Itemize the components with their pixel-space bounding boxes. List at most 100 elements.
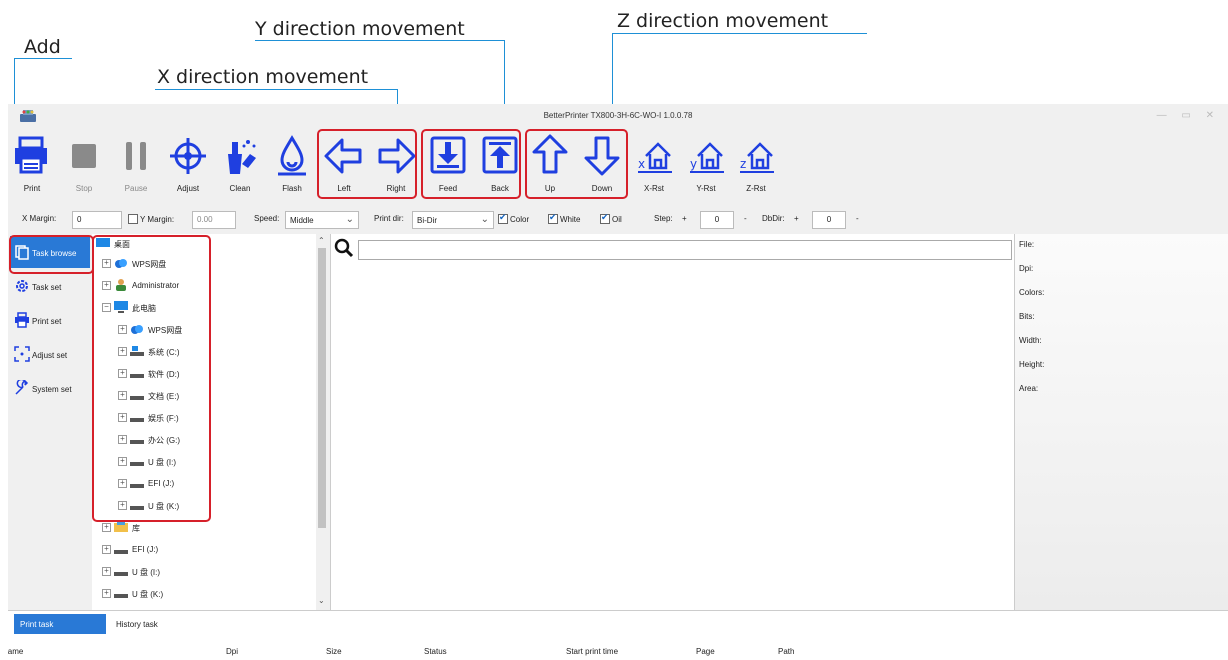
dbdir-minus-button[interactable]: -: [856, 214, 859, 223]
preview-panel: [330, 234, 1014, 610]
info-bits-label: Bits:: [1019, 312, 1035, 321]
info-file-label: File:: [1019, 240, 1035, 249]
search-input[interactable]: [358, 240, 1012, 260]
sidebar: Task browse Task set Print set Adjust se…: [8, 234, 90, 610]
droplet-icon: [278, 135, 306, 176]
sidebar-item-task-set[interactable]: Task set: [10, 270, 90, 302]
print-dir-value: Bi-Dir: [417, 216, 437, 225]
column-header-dpi[interactable]: Dpi: [226, 647, 238, 656]
sidebar-item-adjust-set[interactable]: Adjust set: [10, 338, 90, 370]
annotation-line: [255, 40, 505, 41]
sidebar-item-label: Task set: [32, 283, 62, 292]
step-plus-button[interactable]: +: [682, 214, 687, 223]
white-checkbox[interactable]: [548, 212, 558, 224]
svg-text:y: y: [690, 157, 697, 171]
oil-checkbox-wrap[interactable]: Oil: [600, 212, 622, 224]
step-label: Step:: [654, 214, 673, 223]
annotation-x-move: X direction movement: [157, 66, 369, 88]
drive-icon: [114, 572, 128, 576]
color-checkbox-wrap[interactable]: Color: [498, 212, 530, 224]
scroll-up-icon[interactable]: ⌃: [318, 236, 325, 245]
x-margin-label: X Margin:: [22, 214, 57, 223]
info-area-label: Area:: [1019, 384, 1039, 393]
annotation-z-move: Z direction movement: [617, 10, 829, 32]
title-bar: BetterPrinter TX800-3H-6C-WO-I 1.0.0.78 …: [8, 104, 1228, 128]
pause-icon: [126, 142, 146, 170]
y-rst-button[interactable]: y Y-Rst: [682, 130, 730, 200]
annotation-line: [155, 89, 398, 90]
clean-button[interactable]: Clean: [216, 130, 264, 200]
tab-print-task[interactable]: Print task: [14, 614, 106, 634]
gear-icon: [16, 280, 28, 292]
x-rst-button[interactable]: x X-Rst: [630, 130, 678, 200]
expand-icon[interactable]: +: [102, 589, 111, 598]
tree-node-label: U 盘 (K:): [132, 590, 164, 599]
scroll-down-icon[interactable]: ⌄: [318, 596, 325, 605]
flash-label: Flash: [282, 184, 302, 193]
printer-icon: [15, 136, 47, 174]
flash-button[interactable]: Flash: [268, 130, 316, 200]
column-header-status[interactable]: Status: [424, 647, 447, 656]
y-margin-checkbox[interactable]: [128, 214, 138, 224]
sidebar-item-label: Print set: [32, 317, 62, 326]
column-header-size[interactable]: Size: [326, 647, 342, 656]
pause-button[interactable]: Pause: [112, 130, 160, 200]
column-header-start-time[interactable]: Start print time: [566, 647, 618, 656]
drive-icon: [114, 550, 128, 554]
window-title: BetterPrinter TX800-3H-6C-WO-I 1.0.0.78: [543, 111, 693, 120]
expand-icon[interactable]: +: [102, 523, 111, 532]
y-rst-label: Y-Rst: [696, 184, 716, 193]
scroll-thumb[interactable]: [318, 248, 326, 528]
x-margin-input[interactable]: 0: [72, 211, 122, 229]
pause-label: Pause: [124, 184, 148, 193]
search-icon[interactable]: [334, 238, 354, 258]
speed-select[interactable]: Middle ⌄: [285, 211, 359, 229]
adjust-button[interactable]: Adjust: [164, 130, 212, 200]
info-height-label: Height:: [1019, 360, 1045, 369]
color-checkbox[interactable]: [498, 212, 508, 224]
options-row: X Margin: 0 Y Margin: 0.00 Speed: Middle…: [8, 208, 1228, 232]
svg-text:x: x: [638, 157, 645, 171]
stop-button[interactable]: Stop: [60, 130, 108, 200]
dbdir-input[interactable]: 0: [812, 211, 846, 229]
task-panel: Print task History task Name Dpi Size St…: [8, 610, 1228, 660]
column-header-page[interactable]: Page: [696, 647, 715, 656]
annotation-add: Add: [24, 36, 61, 58]
sidebar-item-system-set[interactable]: System set: [10, 372, 90, 404]
column-header-name[interactable]: Name: [8, 647, 23, 656]
column-header-path[interactable]: Path: [778, 647, 794, 656]
step-minus-button[interactable]: -: [744, 214, 747, 223]
white-checkbox-wrap[interactable]: White: [548, 212, 580, 224]
x-rst-label: X-Rst: [644, 184, 664, 193]
sidebar-item-print-set[interactable]: Print set: [10, 304, 90, 336]
chevron-down-icon: ⌄: [480, 214, 489, 225]
sidebar-item-label: Adjust set: [32, 351, 68, 360]
tab-history-task[interactable]: History task: [110, 614, 164, 634]
printer-icon: [15, 312, 29, 328]
tree-node-label: EFI (J:): [132, 545, 159, 554]
expand-icon[interactable]: +: [102, 567, 111, 576]
print-dir-select[interactable]: Bi-Dir ⌄: [412, 211, 494, 229]
oil-checkbox[interactable]: [600, 212, 610, 224]
wrench-icon: [15, 380, 29, 395]
print-label: Print: [23, 184, 41, 193]
color-label: Color: [510, 215, 530, 224]
adjust-label: Adjust: [176, 184, 200, 193]
print-dir-label: Print dir:: [374, 214, 404, 223]
window-controls[interactable]: — ▭ ✕: [1157, 110, 1220, 121]
info-colors-label: Colors:: [1019, 288, 1045, 297]
print-button[interactable]: Print: [8, 130, 56, 200]
expand-icon[interactable]: +: [102, 545, 111, 554]
y-margin-input[interactable]: 0.00: [192, 211, 236, 229]
info-width-label: Width:: [1019, 336, 1042, 345]
y-margin-checkbox-wrap[interactable]: Y Margin:: [128, 214, 174, 224]
crosshair-icon: [170, 138, 206, 174]
speed-value: Middle: [290, 216, 314, 225]
highlight-box-x: [317, 129, 417, 199]
step-input[interactable]: 0: [700, 211, 734, 229]
sidebar-item-label: System set: [32, 385, 72, 394]
dbdir-plus-button[interactable]: +: [794, 214, 799, 223]
z-rst-button[interactable]: z Z-Rst: [732, 130, 780, 200]
z-home-icon: z: [740, 142, 774, 173]
tree-scrollbar[interactable]: ⌃ ⌄: [316, 234, 328, 610]
